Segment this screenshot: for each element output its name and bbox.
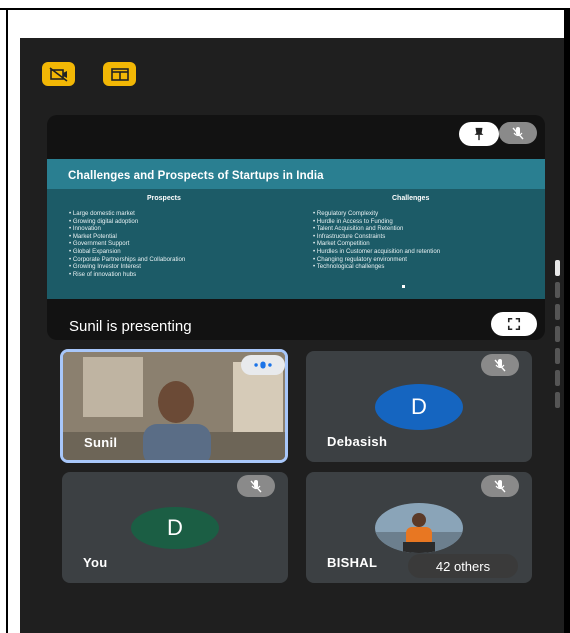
scrollbar-track-segment bbox=[555, 392, 560, 408]
switch-view-button[interactable] bbox=[103, 62, 136, 86]
list-item: Hurdles in Customer acquisition and rete… bbox=[313, 248, 440, 256]
mute-indicator bbox=[237, 475, 275, 497]
list-item: Market Potential bbox=[69, 233, 185, 241]
scrollbar-track-segment bbox=[555, 348, 560, 364]
list-item: Regulatory Complexity bbox=[313, 210, 440, 218]
list-item: Innovation bbox=[69, 225, 185, 233]
participant-name: You bbox=[83, 555, 108, 570]
others-count-button[interactable]: 42 others bbox=[408, 554, 518, 578]
avatar: D bbox=[375, 384, 463, 430]
fullscreen-icon bbox=[507, 317, 521, 331]
more-icon bbox=[254, 361, 272, 369]
prospects-heading: Prospects bbox=[147, 195, 181, 202]
mic-off-icon bbox=[494, 480, 506, 493]
list-item: Corporate Partnerships and Collaboration bbox=[69, 256, 185, 264]
tile-scrollbar[interactable] bbox=[555, 260, 561, 414]
more-options-button[interactable] bbox=[241, 355, 285, 375]
list-item: Infrastructure Constraints bbox=[313, 233, 440, 241]
pointer-cursor bbox=[402, 285, 405, 288]
list-item: Changing regulatory environment bbox=[313, 256, 440, 264]
pin-button[interactable] bbox=[459, 122, 499, 146]
window-left-border bbox=[6, 8, 8, 633]
prospects-list: Large domestic market Growing digital ad… bbox=[69, 210, 185, 278]
scrollbar-track-segment bbox=[555, 282, 560, 298]
participant-name: Sunil bbox=[84, 435, 118, 450]
challenges-heading: Challenges bbox=[392, 195, 430, 202]
list-item: Government Support bbox=[69, 240, 185, 248]
avatar: D bbox=[131, 507, 219, 549]
window-right-border bbox=[564, 8, 570, 633]
list-item: Market Competition bbox=[313, 240, 440, 248]
list-item: Talent Acquisition and Retention bbox=[313, 225, 440, 233]
camera-off-icon bbox=[49, 67, 67, 82]
mic-off-icon bbox=[512, 127, 524, 140]
list-item: Growing digital adoption bbox=[69, 218, 185, 226]
mic-off-icon bbox=[494, 359, 506, 372]
camera-off-button[interactable] bbox=[42, 62, 75, 86]
list-item: Rise of innovation hubs bbox=[69, 271, 185, 279]
presentation-mute-indicator bbox=[499, 122, 537, 144]
switch-view-icon bbox=[110, 68, 129, 81]
pin-icon bbox=[474, 127, 484, 141]
presentation-tile[interactable]: Challenges and Prospects of Startups in … bbox=[47, 115, 545, 340]
fullscreen-button[interactable] bbox=[491, 312, 537, 336]
mic-off-icon bbox=[250, 480, 262, 493]
scrollbar-track-segment bbox=[555, 326, 560, 342]
participant-tile-sunil[interactable]: Sunil bbox=[60, 349, 288, 463]
participant-name: Debasish bbox=[327, 434, 388, 449]
list-item: Technological challenges bbox=[313, 263, 440, 271]
meeting-screen: Challenges and Prospects of Startups in … bbox=[20, 38, 564, 633]
list-item: Growing Investor Interest bbox=[69, 263, 185, 271]
participant-tile-debasish[interactable]: D Debasish bbox=[306, 351, 532, 462]
scrollbar-track-segment bbox=[555, 370, 560, 386]
participant-tile-you[interactable]: D You bbox=[62, 472, 288, 583]
presenter-label: Sunil is presenting bbox=[69, 318, 192, 335]
mute-indicator bbox=[481, 475, 519, 497]
slide-title: Challenges and Prospects of Startups in … bbox=[68, 170, 324, 182]
scrollbar-track-segment bbox=[555, 304, 560, 320]
window-top-border bbox=[0, 0, 570, 10]
shared-slide: Challenges and Prospects of Startups in … bbox=[47, 159, 545, 299]
participant-name: BISHAL bbox=[327, 555, 378, 570]
scrollbar-thumb[interactable] bbox=[555, 260, 560, 276]
list-item: Hurdle in Access to Funding bbox=[313, 218, 440, 226]
list-item: Large domestic market bbox=[69, 210, 185, 218]
list-item: Global Expansion bbox=[69, 248, 185, 256]
avatar bbox=[375, 503, 463, 553]
mute-indicator bbox=[481, 354, 519, 376]
challenges-list: Regulatory Complexity Hurdle in Access t… bbox=[313, 210, 440, 271]
